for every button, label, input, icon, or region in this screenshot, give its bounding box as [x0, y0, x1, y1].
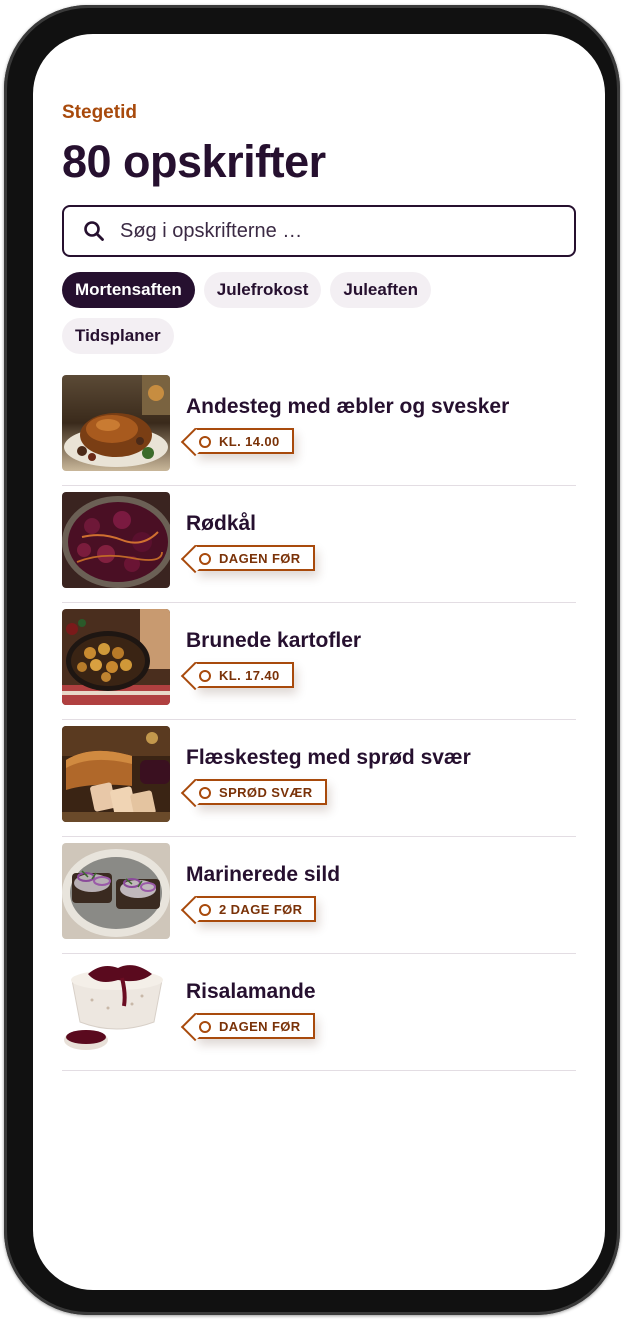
recipe-row[interactable]: Brunede kartofler KL. 17.40: [62, 604, 576, 720]
recipe-row[interactable]: Rødkål DAGEN FØR: [62, 487, 576, 603]
time-tag-label: 2 DAGE FØR: [219, 901, 303, 917]
roast-duck-photo: [62, 374, 170, 471]
recipe-list-page: Stegetid 80 opskrifter Mortensaften Jule…: [62, 102, 576, 1072]
time-tag-label: DAGEN FØR: [219, 550, 301, 566]
tag-hole-icon: [199, 436, 211, 448]
time-tag-label: SPRØD SVÆR: [219, 784, 313, 800]
chip-julefrokost[interactable]: Julefrokost: [203, 272, 322, 308]
app-screen: Stegetid 80 opskrifter Mortensaften Jule…: [33, 34, 605, 1290]
category-filter-chips: Mortensaften Julefrokost Juleaften Tidsp…: [62, 272, 482, 354]
recipe-title: Flæskesteg med sprød svær: [186, 746, 471, 769]
tag-hole-icon: [199, 553, 211, 565]
time-tag: KL. 14.00: [195, 428, 294, 454]
search-icon: [83, 220, 105, 242]
chip-tidsplaner[interactable]: Tidsplaner: [62, 318, 174, 354]
chip-juleaften[interactable]: Juleaften: [330, 272, 432, 308]
caramelized-potatoes-photo: [62, 608, 170, 705]
recipe-list: Andesteg med æbler og svesker KL. 14.00: [62, 370, 576, 1071]
recipe-row[interactable]: Marinerede sild 2 DAGE FØR: [62, 838, 576, 954]
recipe-title: Marinerede sild: [186, 863, 341, 886]
time-tag-label: DAGEN FØR: [219, 1018, 301, 1034]
red-cabbage-photo: [62, 491, 170, 588]
time-tag: SPRØD SVÆR: [195, 779, 327, 805]
search-box[interactable]: [62, 205, 576, 257]
recipe-row[interactable]: Risalamande DAGEN FØR: [62, 955, 576, 1071]
pickled-herring-photo: [62, 842, 170, 939]
time-tag: KL. 17.40: [195, 662, 294, 688]
recipe-title: Andesteg med æbler og svesker: [186, 395, 510, 418]
tag-hole-icon: [199, 670, 211, 682]
recipe-row[interactable]: Andesteg med æbler og svesker KL. 14.00: [62, 370, 576, 486]
time-tag-label: KL. 14.00: [219, 433, 280, 449]
time-tag: 2 DAGE FØR: [195, 896, 317, 922]
time-tag: DAGEN FØR: [195, 545, 315, 571]
chip-mortensaften[interactable]: Mortensaften: [62, 272, 195, 308]
recipe-title: Rødkål: [186, 512, 257, 535]
rice-pudding-photo: [62, 959, 170, 1056]
time-tag-label: KL. 17.40: [219, 667, 280, 683]
recipe-title: Risalamande: [186, 980, 316, 1003]
tag-hole-icon: [199, 1021, 211, 1033]
search-input[interactable]: [118, 218, 542, 244]
tag-hole-icon: [199, 787, 211, 799]
tag-hole-icon: [199, 904, 211, 916]
page-title: 80 opskrifter: [62, 136, 326, 187]
pork-roast-photo: [62, 725, 170, 822]
phone-frame: Stegetid 80 opskrifter Mortensaften Jule…: [4, 5, 620, 1315]
recipe-row[interactable]: Flæskesteg med sprød svær SPRØD SVÆR: [62, 721, 576, 837]
recipe-title: Brunede kartofler: [186, 629, 362, 652]
page-eyebrow: Stegetid: [62, 102, 137, 123]
time-tag: DAGEN FØR: [195, 1013, 315, 1039]
